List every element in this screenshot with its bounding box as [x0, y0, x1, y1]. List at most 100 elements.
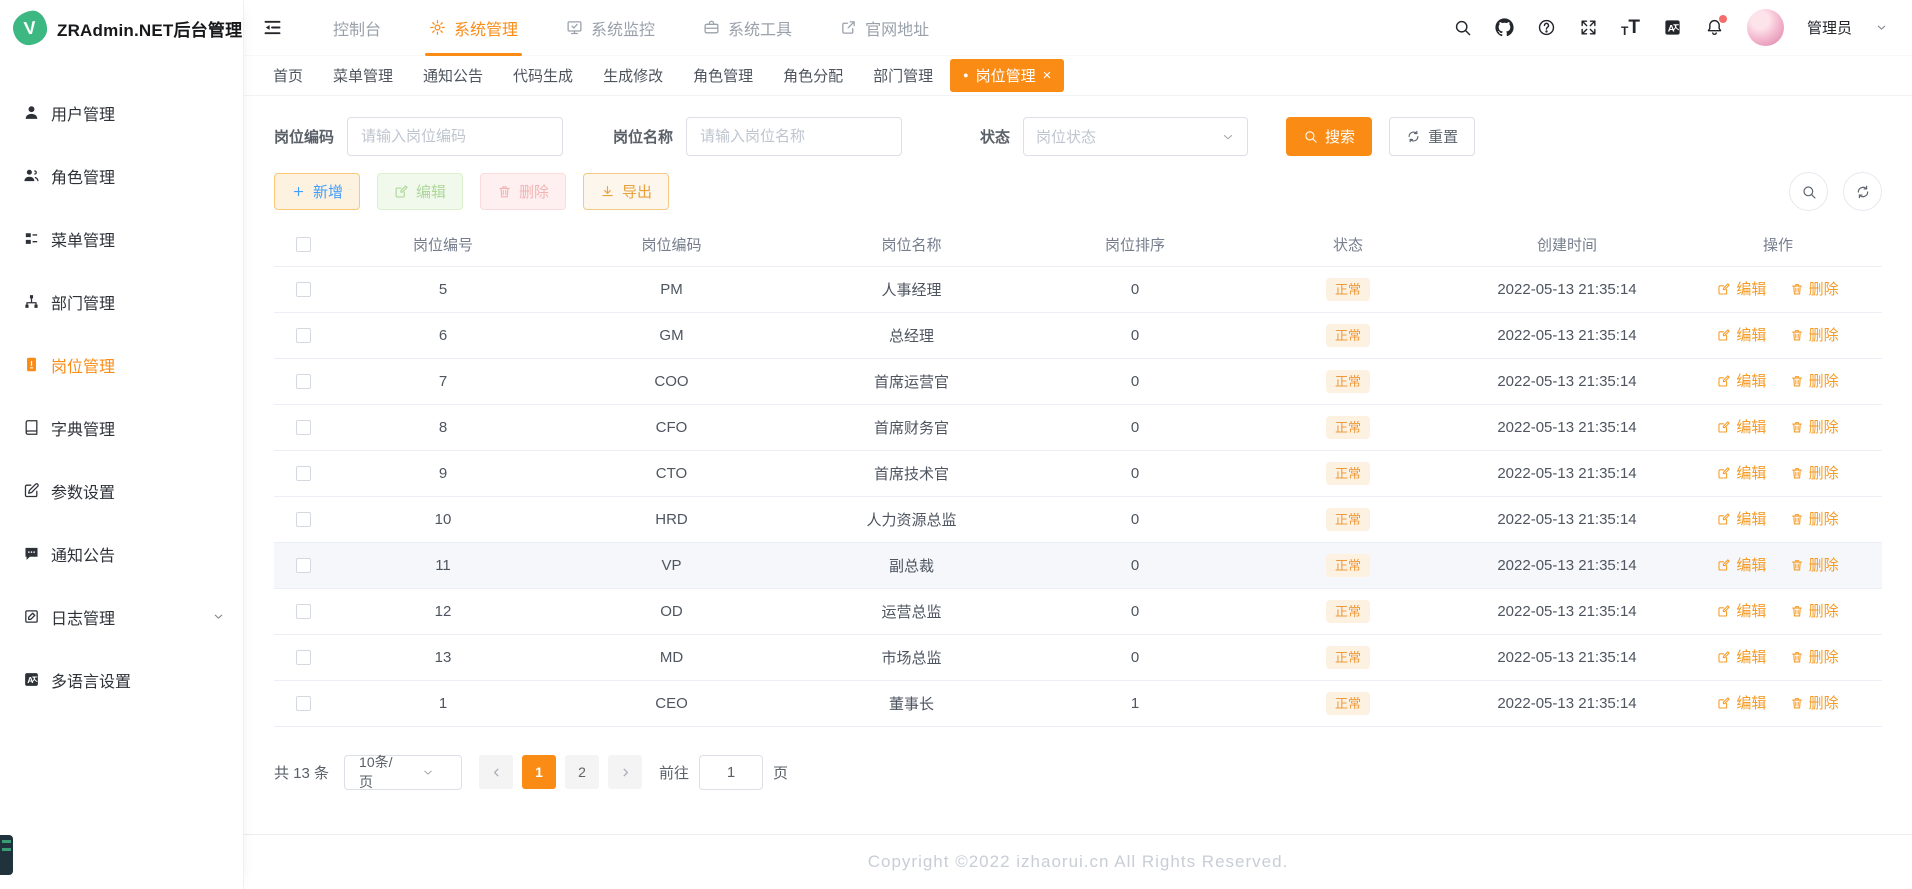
- nav-item[interactable]: 系统监控: [542, 0, 679, 56]
- row-checkbox[interactable]: [295, 604, 311, 620]
- user-chevron-down-icon[interactable]: [1875, 21, 1888, 34]
- sidebar-item[interactable]: 角色管理: [0, 144, 243, 207]
- help-icon[interactable]: [1537, 18, 1556, 37]
- sidebar-collapse-icon[interactable]: [262, 17, 283, 38]
- tab[interactable]: 首页: [260, 59, 316, 92]
- delete-button[interactable]: 删除: [480, 173, 567, 210]
- row-edit-link[interactable]: 编辑: [1717, 370, 1766, 391]
- row-checkbox[interactable]: [295, 696, 311, 712]
- language-icon[interactable]: A: [1663, 18, 1682, 37]
- row-delete-link[interactable]: 删除: [1790, 508, 1839, 529]
- sidebar-item-label: 通知公告: [51, 547, 116, 565]
- row-checkbox[interactable]: [295, 466, 311, 482]
- post-name-input[interactable]: [686, 117, 903, 156]
- row-edit-link[interactable]: 编辑: [1717, 278, 1766, 299]
- row-checkbox[interactable]: [295, 420, 311, 436]
- sidebar-item[interactable]: 岗位管理: [0, 333, 243, 396]
- font-size-icon[interactable]: TT: [1621, 18, 1640, 37]
- row-edit-link[interactable]: 编辑: [1717, 554, 1766, 575]
- row-checkbox[interactable]: [295, 328, 311, 344]
- nav-item[interactable]: 系统工具: [679, 0, 816, 56]
- tab[interactable]: 角色分配: [770, 59, 856, 92]
- row-edit-link[interactable]: 编辑: [1717, 416, 1766, 437]
- github-icon[interactable]: [1495, 18, 1514, 37]
- created-time: 2022-05-13 21:35:14: [1460, 496, 1674, 543]
- post-sort: 0: [1034, 312, 1236, 359]
- post-id: 7: [332, 358, 554, 405]
- sidebar-item[interactable]: 菜单管理: [0, 207, 243, 270]
- column-header: 状态: [1236, 223, 1460, 267]
- tab[interactable]: 生成修改: [590, 59, 676, 92]
- close-icon[interactable]: ×: [1043, 68, 1052, 83]
- export-button[interactable]: 导出: [583, 173, 670, 210]
- row-delete-link[interactable]: 删除: [1790, 416, 1839, 437]
- tab[interactable]: 菜单管理: [320, 59, 406, 92]
- log-icon: [23, 608, 40, 625]
- nav-item[interactable]: 官网地址: [816, 0, 953, 56]
- edit-button[interactable]: 编辑: [377, 173, 464, 210]
- notification-bell[interactable]: [1705, 15, 1727, 37]
- status-select-placeholder: 岗位状态: [1036, 129, 1097, 146]
- refresh-table-button[interactable]: [1843, 172, 1882, 211]
- prev-page-button[interactable]: [479, 755, 514, 789]
- post-code-input[interactable]: [347, 117, 564, 156]
- row-delete-link[interactable]: 删除: [1790, 370, 1839, 391]
- minimized-widget[interactable]: [0, 835, 13, 875]
- row-delete-link[interactable]: 删除: [1790, 324, 1839, 345]
- tab[interactable]: 代码生成: [500, 59, 586, 92]
- goto-page-input[interactable]: [699, 754, 764, 790]
- row-edit-link[interactable]: 编辑: [1717, 692, 1766, 713]
- status-badge: 正常: [1325, 277, 1370, 301]
- nav-item[interactable]: 控制台: [309, 0, 405, 56]
- row-edit-link[interactable]: 编辑: [1717, 646, 1766, 667]
- row-delete-link[interactable]: 删除: [1790, 600, 1839, 621]
- sidebar-item[interactable]: 参数设置: [0, 459, 243, 522]
- tab-bar: 首页 菜单管理 通知公告 代码生成 生成修改 角色管理 角色分配 部门管理 ● …: [244, 56, 1912, 96]
- toggle-search-button[interactable]: [1789, 172, 1828, 211]
- tab[interactable]: 通知公告: [410, 59, 496, 92]
- sidebar-item[interactable]: A 多语言设置: [0, 648, 243, 711]
- tab[interactable]: 部门管理: [860, 59, 946, 92]
- row-edit-link[interactable]: 编辑: [1717, 508, 1766, 529]
- row-delete-link[interactable]: 删除: [1790, 278, 1839, 299]
- avatar[interactable]: [1746, 9, 1784, 46]
- sidebar-item[interactable]: 用户管理: [0, 81, 243, 144]
- row-checkbox[interactable]: [295, 374, 311, 390]
- row-checkbox[interactable]: [295, 650, 311, 666]
- user-name[interactable]: 管理员: [1807, 17, 1852, 38]
- row-delete-link[interactable]: 删除: [1790, 462, 1839, 483]
- logo-row[interactable]: V ZRAdmin.NET后台管理: [0, 0, 243, 56]
- select-all-checkbox[interactable]: [295, 237, 311, 253]
- table-header-row: 岗位编号 岗位编码 岗位名称 岗位排序 状态 创建时间 操作: [274, 223, 1882, 267]
- page-number-button[interactable]: 1: [522, 755, 557, 789]
- column-header: 操作: [1674, 223, 1882, 267]
- row-edit-link[interactable]: 编辑: [1717, 600, 1766, 621]
- row-edit-link[interactable]: 编辑: [1717, 324, 1766, 345]
- sidebar-item[interactable]: 通知公告: [0, 522, 243, 585]
- fullscreen-icon[interactable]: [1579, 18, 1598, 37]
- add-button[interactable]: 新增: [274, 173, 361, 210]
- tab[interactable]: 角色管理: [680, 59, 766, 92]
- edit-icon: [1717, 328, 1731, 342]
- sidebar-item[interactable]: 日志管理: [0, 585, 243, 648]
- row-delete-link[interactable]: 删除: [1790, 646, 1839, 667]
- search-button[interactable]: 搜索: [1286, 117, 1373, 156]
- tab[interactable]: ● 岗位管理 ×: [950, 59, 1065, 92]
- nav-item[interactable]: 系统管理: [405, 0, 542, 56]
- row-checkbox[interactable]: [295, 282, 311, 298]
- chevron-left-icon: [490, 766, 503, 779]
- row-checkbox[interactable]: [295, 558, 311, 574]
- page-number-button[interactable]: 2: [565, 755, 600, 789]
- status-select[interactable]: 岗位状态: [1023, 117, 1249, 156]
- row-delete-link[interactable]: 删除: [1790, 554, 1839, 575]
- search-icon[interactable]: [1453, 18, 1472, 37]
- row-edit-link[interactable]: 编辑: [1717, 462, 1766, 483]
- row-delete-link[interactable]: 删除: [1790, 692, 1839, 713]
- page-size-select[interactable]: 10条/页: [344, 754, 463, 790]
- sidebar-item[interactable]: 字典管理: [0, 396, 243, 459]
- sidebar-item[interactable]: 部门管理: [0, 270, 243, 333]
- post-name: 人力资源总监: [789, 496, 1034, 543]
- reset-button[interactable]: 重置: [1389, 117, 1476, 156]
- row-checkbox[interactable]: [295, 512, 311, 528]
- next-page-button[interactable]: [608, 755, 643, 789]
